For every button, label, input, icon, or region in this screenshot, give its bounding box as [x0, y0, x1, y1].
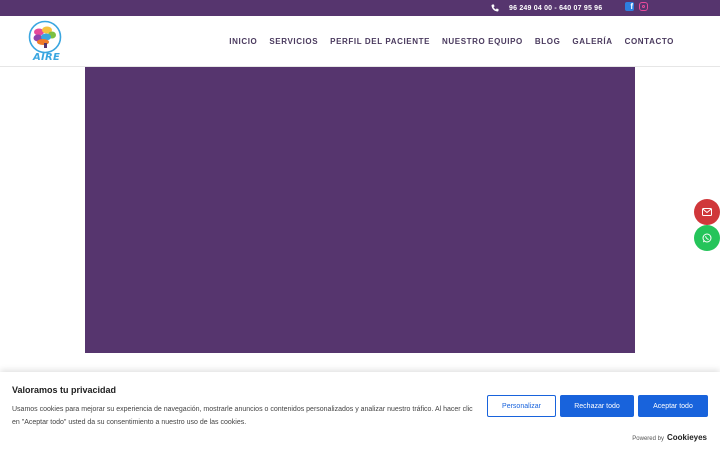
nav-item-galeria[interactable]: GALERÍA — [572, 37, 612, 46]
customize-button[interactable]: Personalizar — [487, 395, 556, 417]
cookie-text: Usamos cookies para mejorar su experienc… — [12, 406, 473, 426]
reject-all-button[interactable]: Rechazar todo — [560, 395, 634, 417]
powered-by-label: Powered by — [632, 436, 664, 442]
nav-item-servicios[interactable]: SERVICIOS — [269, 37, 318, 46]
top-bar: 96 249 04 00 - 640 07 95 96 f — [0, 0, 720, 16]
nav-item-perfil-del-paciente[interactable]: PERFIL DEL PACIENTE — [330, 37, 430, 46]
powered-by[interactable]: Powered by Cookieyes — [632, 433, 707, 442]
mail-icon — [702, 208, 712, 216]
phone-number: 96 249 04 00 - 640 07 95 96 — [509, 4, 603, 12]
nav-item-nuestro-equipo[interactable]: NUESTRO EQUIPO — [442, 37, 523, 46]
site-header: AIRE INICIO SERVICIOS PERFIL DEL PACIENT… — [0, 16, 720, 67]
logo-text: AIRE — [33, 52, 61, 63]
whatsapp-float-button[interactable] — [694, 225, 720, 251]
nav-item-inicio[interactable]: INICIO — [229, 37, 257, 46]
whatsapp-icon — [702, 233, 712, 243]
facebook-icon[interactable]: f — [625, 2, 634, 11]
cookie-title: Valoramos tu privacidad — [12, 385, 117, 395]
brain-logo-icon — [28, 20, 62, 54]
hero-banner — [85, 67, 635, 353]
main-nav: INICIO SERVICIOS PERFIL DEL PACIENTE NUE… — [229, 37, 674, 46]
cookie-consent-banner: Valoramos tu privacidad Usamos cookies p… — [0, 372, 720, 450]
phone-contact[interactable]: 96 249 04 00 - 640 07 95 96 — [491, 2, 602, 14]
mail-float-button[interactable] — [694, 199, 720, 225]
cookieyes-brand: Cookieyes — [666, 433, 707, 442]
nav-item-contacto[interactable]: CONTACTO — [625, 37, 674, 46]
instagram-icon[interactable] — [639, 2, 648, 11]
nav-item-blog[interactable]: BLOG — [535, 37, 561, 46]
accept-all-button[interactable]: Aceptar todo — [638, 395, 708, 417]
site-logo[interactable]: AIRE — [27, 20, 63, 64]
phone-icon — [491, 4, 499, 12]
